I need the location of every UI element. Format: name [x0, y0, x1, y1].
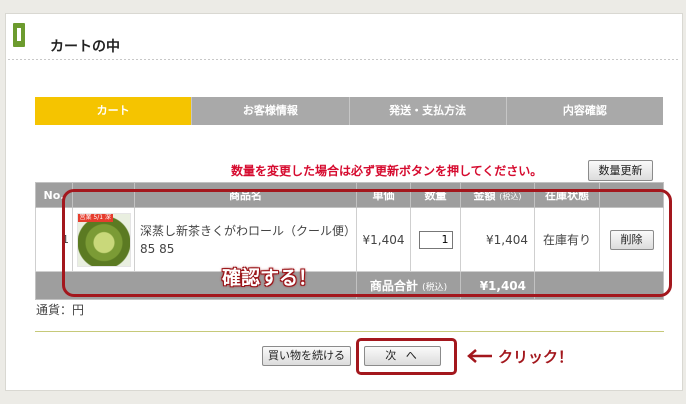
step-cart: カート: [35, 97, 192, 125]
continue-shopping-button[interactable]: 買い物を続ける: [262, 346, 351, 366]
confirm-annotation: 確認する！: [222, 267, 318, 289]
page-title: カートの中: [50, 39, 120, 55]
header-mark-icon: [13, 23, 25, 47]
click-annotation: クリック！: [498, 348, 574, 366]
checkout-steps: カート お客様情報 発送・支払方法 内容確認: [35, 97, 663, 125]
quantity-notice: 数量を変更した場合は必ず更新ボタンを押してください。: [231, 164, 543, 178]
update-quantity-button[interactable]: 数量更新: [588, 160, 653, 181]
header-divider: [8, 59, 680, 60]
footer-divider: [35, 331, 664, 332]
next-highlight-box: [356, 338, 457, 375]
step-confirm: 内容確認: [505, 97, 663, 125]
confirm-highlight-box: [62, 189, 672, 297]
arrow-left-icon: [467, 349, 492, 363]
step-shipping-payment: 発送・支払方法: [348, 97, 506, 125]
step-customer-info: お客様情報: [191, 97, 349, 125]
currency-label: 通貨：円: [36, 303, 85, 317]
